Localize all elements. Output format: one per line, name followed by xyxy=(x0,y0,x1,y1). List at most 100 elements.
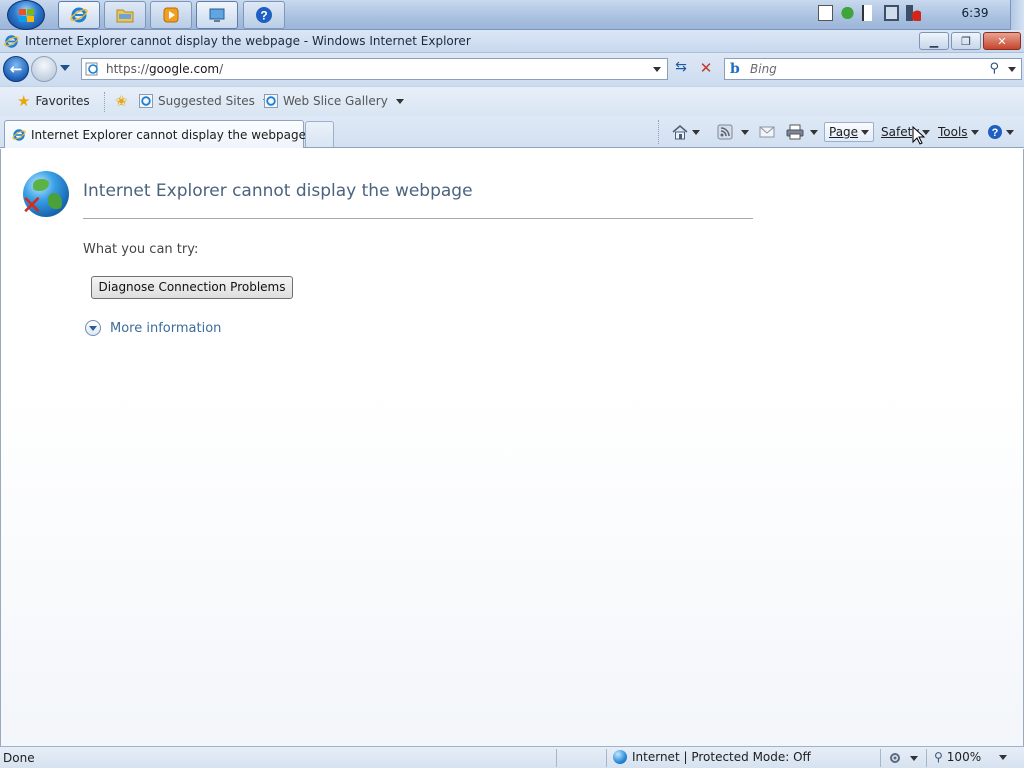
stop-icon: ✕ xyxy=(699,59,713,77)
printer-icon xyxy=(786,124,804,140)
recent-pages-dropdown[interactable] xyxy=(60,65,70,71)
address-dropdown[interactable] xyxy=(653,67,661,72)
minimize-button[interactable]: ▁ xyxy=(919,32,949,50)
chevron-down-icon[interactable] xyxy=(692,129,700,135)
more-information-link[interactable]: More information xyxy=(85,320,221,336)
feeds-button[interactable] xyxy=(717,122,749,142)
page-content: ✕ Internet Explorer cannot display the w… xyxy=(0,149,1024,746)
chevron-down-icon xyxy=(395,98,404,104)
zoom-level: 100% xyxy=(946,750,982,764)
action-center-flag-icon[interactable] xyxy=(862,5,877,21)
network-icon[interactable] xyxy=(884,5,899,21)
close-icon: ✕ xyxy=(997,34,1007,48)
security-zone[interactable]: Internet | Protected Mode: Off xyxy=(613,750,811,764)
taskbar-remote-desktop-button[interactable] xyxy=(196,1,238,29)
show-desktop-button[interactable] xyxy=(1010,0,1024,30)
taskbar: ? 6:39 xyxy=(0,0,1024,30)
web-slice-gallery-button[interactable]: Web Slice Gallery xyxy=(264,94,404,108)
windows-logo-icon xyxy=(19,9,35,23)
internet-explorer-icon xyxy=(139,94,153,108)
chevron-down-icon[interactable] xyxy=(741,129,749,135)
zoom-control[interactable]: ⚲ 100% xyxy=(934,750,1008,764)
favorites-label: Favorites xyxy=(35,94,90,108)
page-menu-button[interactable]: Page xyxy=(824,122,875,142)
refresh-button[interactable]: ⇆ xyxy=(670,59,692,79)
mouse-cursor-icon xyxy=(912,126,926,145)
monitor-icon xyxy=(209,8,225,22)
svg-text:?: ? xyxy=(992,127,999,139)
address-url[interactable]: https://google.com/ xyxy=(106,62,223,76)
error-title: Internet Explorer cannot display the web… xyxy=(83,181,473,201)
search-options-dropdown[interactable] xyxy=(1008,67,1016,72)
internet-explorer-icon xyxy=(70,7,88,23)
read-mail-button[interactable] xyxy=(759,122,775,142)
error-x-icon: ✕ xyxy=(21,191,43,221)
volume-muted-icon[interactable] xyxy=(906,5,921,21)
status-text: Done xyxy=(3,751,35,765)
search-placeholder[interactable]: Bing xyxy=(750,62,777,76)
status-separator xyxy=(880,749,881,767)
back-arrow-icon: ← xyxy=(9,60,23,78)
new-tab-button[interactable] xyxy=(305,121,334,147)
address-bar[interactable]: https://google.com/ xyxy=(81,58,668,80)
window-title: Internet Explorer cannot display the web… xyxy=(25,34,471,48)
expand-chevron-icon[interactable] xyxy=(85,320,101,336)
suggested-sites-button[interactable]: Suggested Sites xyxy=(139,94,271,108)
command-bar-grip[interactable] xyxy=(658,120,661,144)
restore-icon: ❐ xyxy=(961,34,971,48)
close-button[interactable]: ✕ xyxy=(983,32,1021,50)
chevron-down-icon xyxy=(970,129,979,135)
taskbar-help-button[interactable]: ? xyxy=(243,1,285,29)
favorites-star-icon: ★ xyxy=(17,92,31,110)
protected-mode-settings-button[interactable] xyxy=(888,748,918,768)
title-divider xyxy=(83,218,753,219)
favorites-button[interactable]: ★ Favorites xyxy=(17,92,90,110)
start-button[interactable] xyxy=(7,0,45,30)
back-button[interactable]: ← xyxy=(3,56,29,82)
notes-icon[interactable] xyxy=(818,5,833,21)
help-menu-button[interactable]: ? xyxy=(987,122,1014,142)
mail-icon xyxy=(759,126,775,138)
settings-icon xyxy=(890,753,900,763)
security-shield-icon[interactable] xyxy=(840,5,855,21)
folder-icon xyxy=(116,9,134,23)
rss-feed-icon xyxy=(717,124,733,140)
taskbar-windows-explorer-button[interactable] xyxy=(104,1,146,29)
suggested-sites-label: Suggested Sites xyxy=(158,94,255,108)
home-icon xyxy=(672,125,688,140)
status-separator xyxy=(606,749,607,767)
tab-current[interactable]: Internet Explorer cannot display the web… xyxy=(4,120,306,148)
refresh-icon: ⇆ xyxy=(675,59,687,75)
taskbar-media-player-button[interactable] xyxy=(150,1,192,29)
search-icon[interactable]: ⚲ xyxy=(989,61,999,76)
bing-logo-icon: b xyxy=(730,61,740,77)
favorites-separator xyxy=(104,92,107,112)
add-to-favorites-bar-button[interactable]: ✬ xyxy=(115,92,128,110)
tools-menu-button[interactable]: Tools xyxy=(938,122,979,142)
security-zone-label: Internet | Protected Mode: Off xyxy=(632,750,811,764)
help-icon: ? xyxy=(988,125,1002,139)
home-button[interactable] xyxy=(671,122,700,142)
minimize-icon: ▁ xyxy=(929,34,939,48)
title-bar: Internet Explorer cannot display the web… xyxy=(0,30,1024,53)
chevron-down-icon[interactable] xyxy=(999,754,1008,760)
internet-explorer-icon xyxy=(4,35,19,48)
stop-button[interactable]: ✕ xyxy=(695,59,717,79)
chevron-down-icon xyxy=(861,129,870,135)
internet-zone-globe-icon xyxy=(613,750,627,764)
navigation-bar: ← https://google.com/ ⇆ ✕ b Bing ⚲ xyxy=(0,53,1024,86)
page-icon xyxy=(85,62,98,76)
search-box[interactable]: b Bing ⚲ xyxy=(724,58,1022,80)
tab-label: Internet Explorer cannot display the web… xyxy=(31,128,306,142)
chevron-down-icon[interactable] xyxy=(810,129,818,135)
system-tray xyxy=(818,5,921,21)
status-separator xyxy=(926,749,927,767)
taskbar-internet-explorer-button[interactable] xyxy=(58,1,100,29)
print-button[interactable] xyxy=(786,122,818,142)
restore-button[interactable]: ❐ xyxy=(951,32,981,50)
clock[interactable]: 6:39 xyxy=(950,6,1000,20)
add-favorite-star-icon: ✬ xyxy=(115,92,128,110)
more-information-label[interactable]: More information xyxy=(110,321,221,336)
diagnose-connection-problems-button[interactable]: Diagnose Connection Problems xyxy=(91,276,293,299)
forward-button[interactable] xyxy=(31,56,57,82)
